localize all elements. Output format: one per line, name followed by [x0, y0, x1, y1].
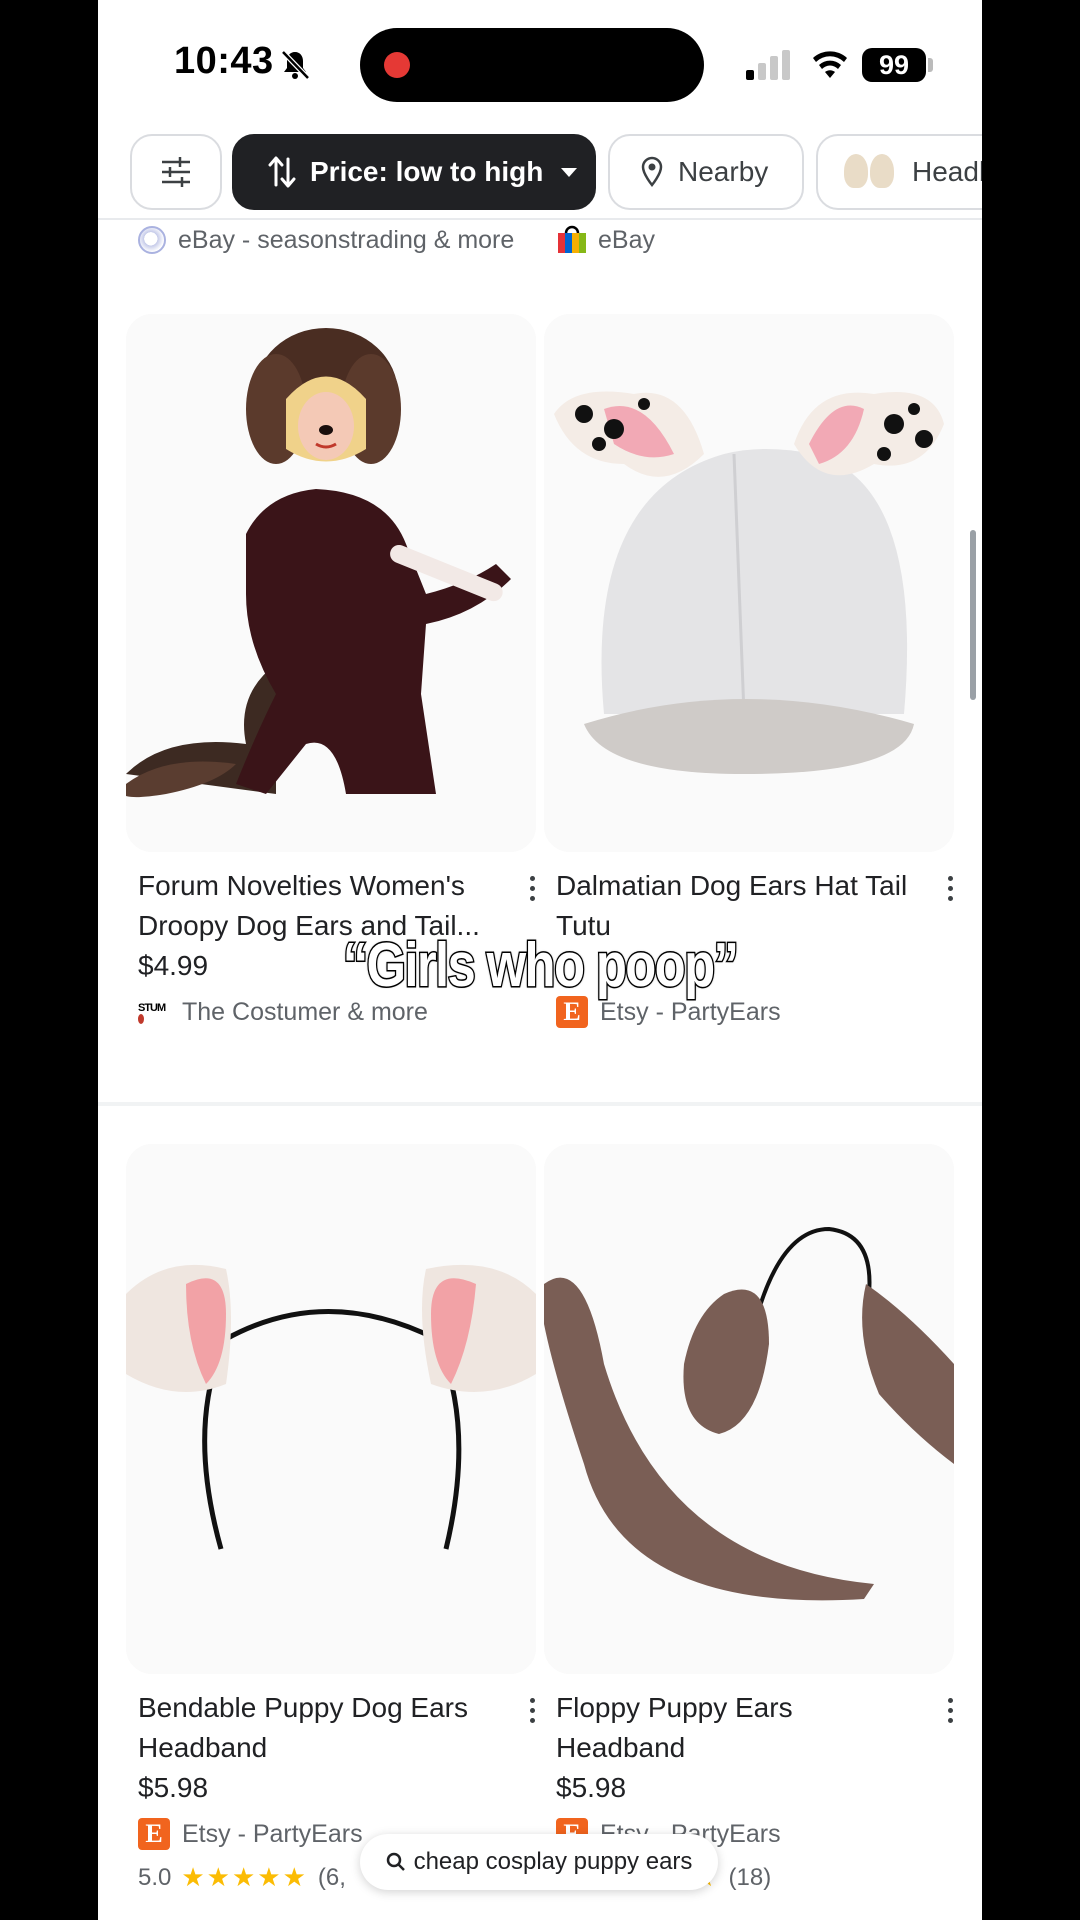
- seller-name: eBay: [598, 225, 655, 254]
- product-price: $5.98: [556, 1772, 627, 1803]
- star-rating-icon: ★★★★★: [181, 1862, 308, 1892]
- costumer-logo-icon: STUM: [138, 996, 170, 1028]
- globe-icon: [138, 226, 166, 254]
- status-time: 10:43: [174, 40, 274, 82]
- section-divider: [98, 1102, 982, 1106]
- product-title[interactable]: Floppy Puppy Ears Headband: [556, 1688, 916, 1768]
- nearby-chip[interactable]: Nearby: [608, 134, 804, 210]
- product-title[interactable]: Bendable Puppy Dog Ears Headband: [138, 1688, 498, 1768]
- product-image[interactable]: [544, 314, 954, 852]
- shopping-results-screen: 10:43 99 Price: low to high Nearby Head …: [98, 0, 982, 1920]
- search-query-text: cheap cosplay puppy ears: [413, 1848, 693, 1875]
- product-rating: 5.0 ★★★★★ (6,: [138, 1862, 346, 1893]
- more-vert-icon[interactable]: [940, 1690, 960, 1730]
- rating-value: 5.0: [138, 1863, 172, 1891]
- ebay-bag-icon: [558, 225, 586, 253]
- seller-name: eBay - seasonstrading & more: [178, 225, 515, 254]
- filter-icon: [162, 157, 190, 187]
- product-image[interactable]: [126, 314, 536, 852]
- sort-icon: [268, 156, 296, 188]
- sort-price-chip[interactable]: Price: low to high: [232, 134, 596, 210]
- search-query-pill[interactable]: cheap cosplay puppy ears: [360, 1834, 718, 1890]
- wifi-icon: [813, 51, 847, 78]
- bell-off-icon: [281, 50, 310, 80]
- seller-name: Etsy - PartyEars: [600, 997, 781, 1026]
- headbands-chip[interactable]: Headb: [816, 134, 982, 210]
- review-count: (6,: [317, 1863, 346, 1891]
- costume-photo: [126, 314, 536, 852]
- headband-thumbnail: [842, 152, 898, 192]
- product-image[interactable]: [544, 1144, 954, 1674]
- product-image[interactable]: [126, 1144, 536, 1674]
- seller-row-right[interactable]: eBay: [556, 222, 655, 258]
- puppy-ears-headband-photo: [126, 1144, 536, 1674]
- scrollbar[interactable]: [970, 530, 976, 700]
- filters-button[interactable]: [130, 134, 222, 210]
- more-vert-icon[interactable]: [522, 1690, 542, 1730]
- headbands-label: Headb: [912, 156, 982, 187]
- dalmatian-hat-photo: [544, 314, 954, 852]
- etsy-icon: E: [138, 1818, 170, 1850]
- seller-name: The Costumer & more: [182, 997, 428, 1026]
- floppy-ears-tail-photo: [544, 1144, 954, 1674]
- battery-tip: [928, 58, 933, 72]
- seller-name: Etsy - PartyEars: [182, 1819, 363, 1848]
- status-bar: 10:43 99: [98, 0, 982, 126]
- recording-indicator: [384, 52, 410, 78]
- sort-price-label: Price: low to high: [310, 156, 544, 187]
- battery-indicator: 99: [862, 48, 926, 82]
- nearby-label: Nearby: [678, 156, 769, 187]
- search-icon: [386, 1852, 405, 1871]
- location-pin-icon: [641, 156, 663, 187]
- video-caption: “Girls who poop”: [341, 930, 740, 1002]
- chevron-down-icon: [561, 167, 578, 177]
- product-seller[interactable]: E Etsy - PartyEars: [138, 1818, 363, 1850]
- signal-icon: [746, 50, 790, 80]
- more-vert-icon[interactable]: [940, 868, 960, 908]
- dynamic-island: [360, 28, 704, 102]
- more-vert-icon[interactable]: [522, 868, 542, 908]
- seller-row-left[interactable]: eBay - seasonstrading & more: [138, 222, 514, 258]
- review-count: (18): [728, 1863, 772, 1891]
- product-price: $5.98: [138, 1772, 209, 1803]
- filter-chip-bar: Price: low to high Nearby Headb: [98, 126, 982, 220]
